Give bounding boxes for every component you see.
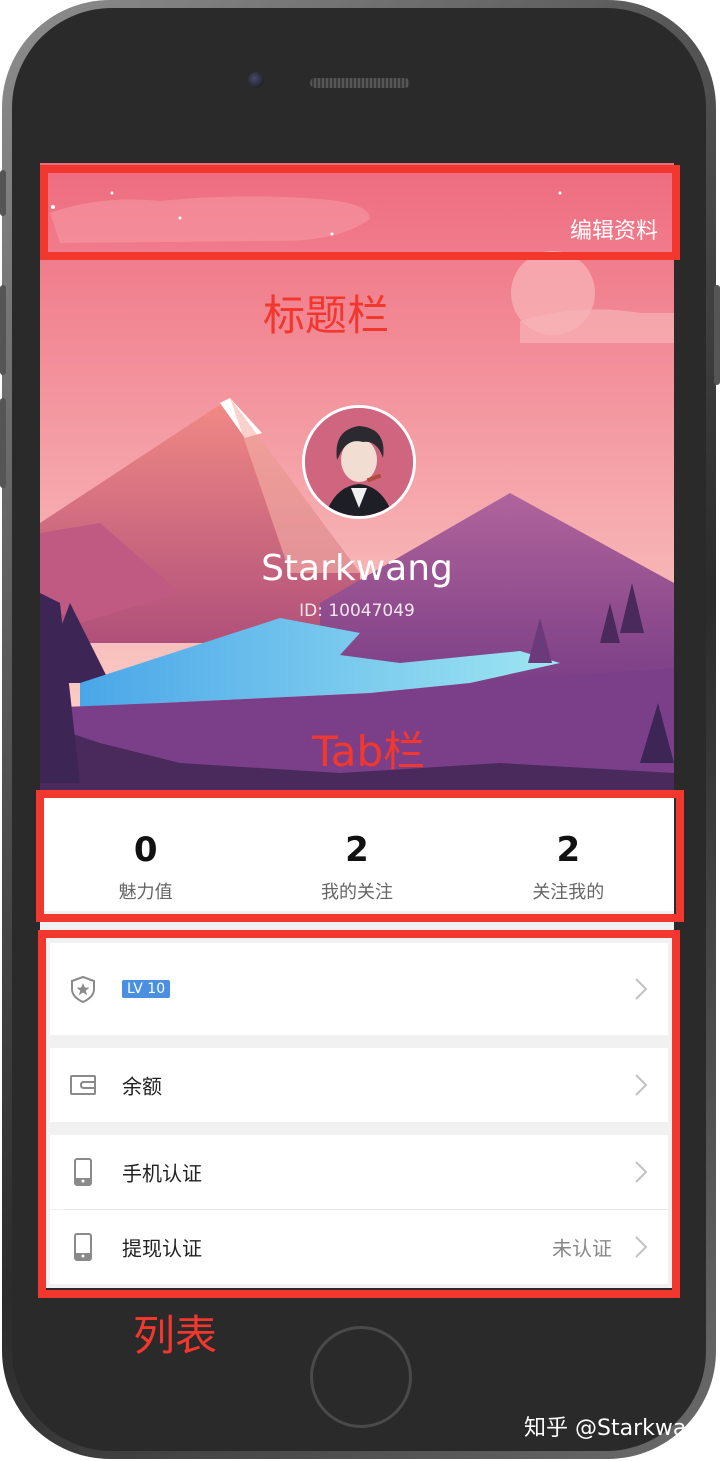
title-bar-highlight [40,165,680,260]
mute-switch [0,170,6,216]
list-annotation: 列表 [133,1311,218,1360]
earpiece-speaker [310,78,410,88]
username: Starkwang [261,548,453,589]
tab-bar-annotation: Tab栏 [312,727,426,776]
volume-down-button [0,398,6,488]
home-button[interactable] [310,1326,412,1428]
front-camera [248,72,264,88]
watermark: 知乎 @Starkwang [524,1416,715,1441]
power-button [714,285,720,385]
user-id: ID: 10047049 [299,601,415,621]
avatar-illustration [305,408,413,516]
title-bar-annotation: 标题栏 [263,291,390,340]
volume-up-button [0,285,6,375]
avatar[interactable] [302,405,416,519]
list-highlight [38,930,680,1298]
tab-bar-highlight [36,790,684,922]
